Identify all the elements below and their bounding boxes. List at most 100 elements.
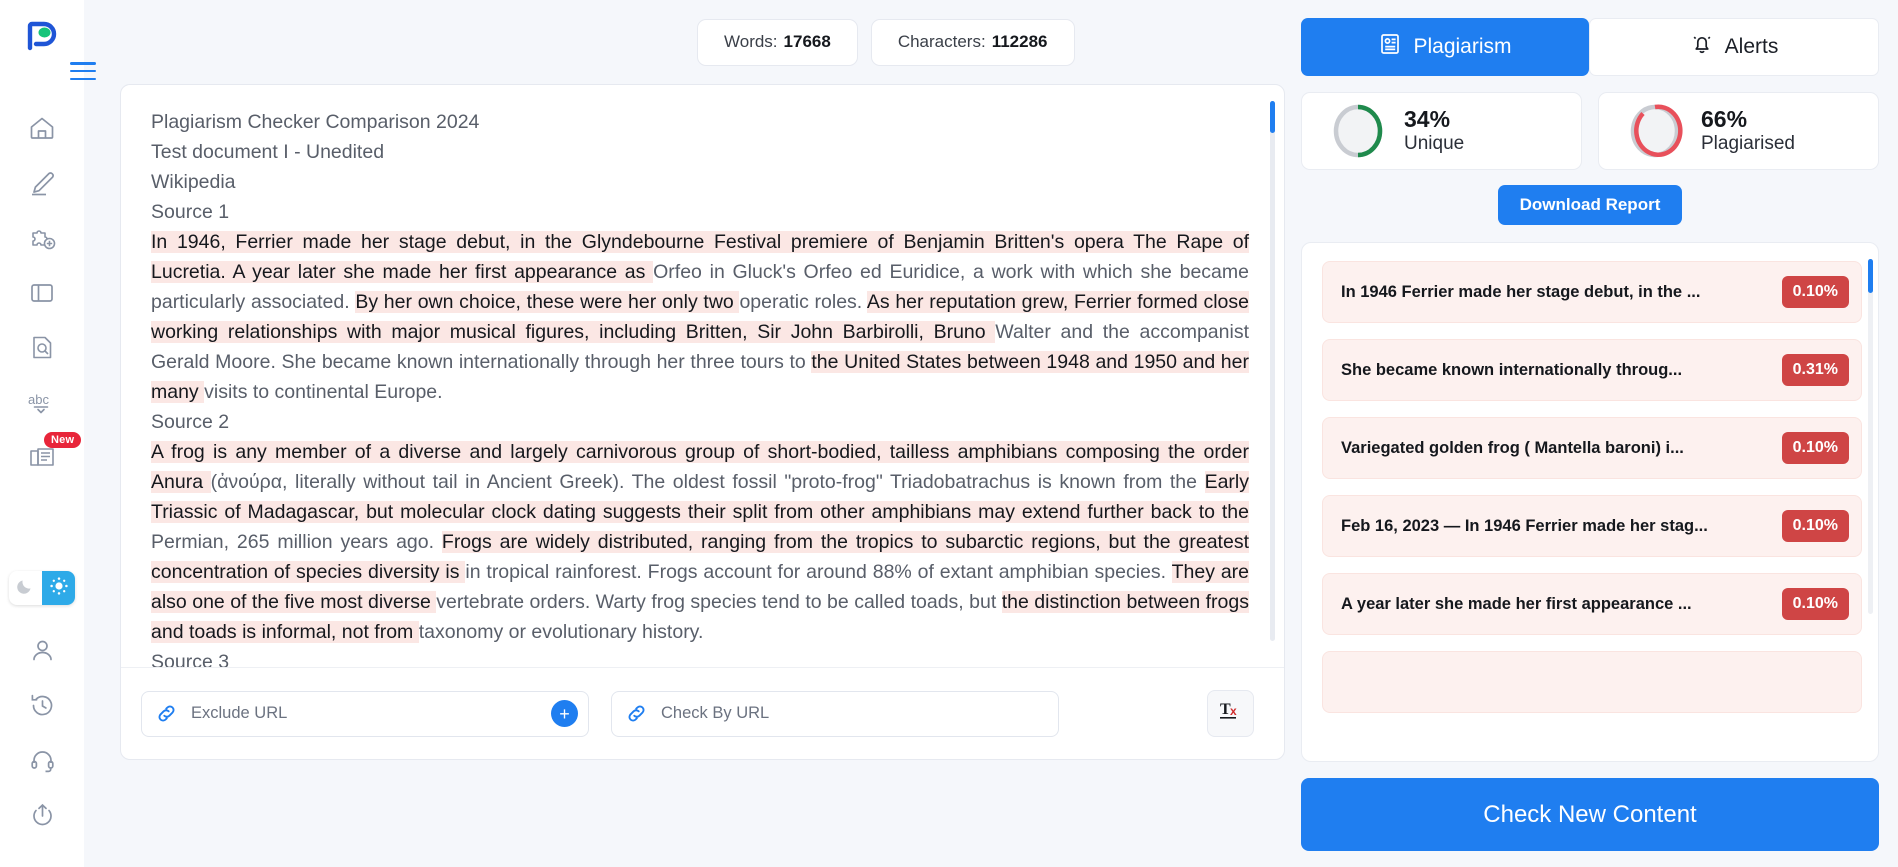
pencil-icon (28, 169, 56, 197)
moon-icon (16, 576, 35, 600)
check-by-url-field[interactable] (611, 690, 1059, 737)
document-line: Test document I - Unedited (151, 141, 385, 163)
editor-scrollbar-thumb[interactable] (1270, 101, 1275, 133)
sidebar-item-upload[interactable] (0, 788, 84, 843)
document-line: Source 2 (151, 411, 230, 433)
results-scrollbar[interactable] (1868, 259, 1873, 614)
sidebar-toggle-button[interactable] (70, 62, 96, 80)
tab-plagiarism[interactable]: Plagiarism (1301, 18, 1589, 76)
result-percentage-badge: 0.10% (1781, 276, 1849, 308)
new-badge: New (44, 432, 82, 449)
link-icon (156, 703, 177, 724)
result-percentage-badge: 0.10% (1781, 510, 1849, 542)
svg-text:x: x (1230, 704, 1237, 718)
unique-span: operatic roles. (739, 291, 867, 313)
result-item[interactable]: She became known internationally throug.… (1322, 339, 1862, 401)
word-count-box: Words: 17668 (697, 18, 858, 66)
theme-dark-option[interactable] (9, 571, 42, 605)
clear-formatting-button[interactable]: T x (1207, 690, 1254, 737)
add-exclude-url-button[interactable]: + (551, 700, 578, 727)
result-title: Variegated golden frog ( Mantella baroni… (1341, 438, 1684, 457)
results-scrollbar-thumb[interactable] (1868, 259, 1873, 293)
result-item[interactable]: In 1946 Ferrier made her stage debut, in… (1322, 261, 1862, 323)
sidebar-item-home[interactable] (0, 100, 84, 155)
check-new-content-button[interactable]: Check New Content (1301, 778, 1879, 851)
article-stack-icon (28, 445, 56, 471)
unique-span: in tropical rainforest. Frogs account fo… (465, 561, 1172, 583)
exclude-url-field[interactable]: + (141, 690, 589, 737)
tab-alerts-label: Alerts (1724, 35, 1779, 58)
document-line: Plagiarism Checker Comparison 2024 (151, 111, 480, 133)
plagiarised-span: with major musical figures, including Br… (347, 321, 996, 343)
upload-icon (29, 802, 56, 829)
result-title: In 1946 Ferrier made her stage debut, in… (1341, 282, 1701, 301)
document-line: Wikipedia (151, 171, 236, 193)
unique-score-text: 34% Unique (1404, 105, 1464, 155)
result-item[interactable]: A year later she made her first appearan… (1322, 573, 1862, 635)
download-report-button[interactable]: Download Report (1497, 185, 1683, 225)
sidebar-item-panel[interactable] (0, 265, 84, 320)
unique-span: (ἀνούρα, literally without tail in Ancie… (210, 471, 1205, 493)
result-item[interactable] (1322, 651, 1862, 713)
svg-text:abc: abc (28, 392, 49, 407)
editor-body[interactable]: Plagiarism Checker Comparison 2024 Test d… (121, 85, 1284, 667)
headset-icon (29, 747, 56, 774)
unique-score-card: 34% Unique (1301, 92, 1582, 170)
prepostseo-logo[interactable] (22, 16, 62, 56)
sidebar-item-paraphrase[interactable] (0, 155, 84, 210)
character-count-box: Characters: 112286 (870, 18, 1075, 66)
unique-span: taxonomy or evolutionary history. (418, 621, 704, 643)
theme-light-option[interactable] (42, 571, 75, 605)
document-paragraph-1: In 1946, Ferrier made her stage debut, i… (151, 227, 1249, 407)
editor-card: Plagiarism Checker Comparison 2024 Test d… (120, 84, 1285, 760)
character-count-value: 112286 (991, 32, 1048, 51)
abc-check-icon: abc (27, 390, 57, 416)
tab-alerts[interactable]: Alerts (1589, 18, 1879, 76)
home-icon (28, 114, 56, 142)
exclude-url-input[interactable] (191, 704, 551, 723)
sidebar-item-support[interactable] (0, 733, 84, 788)
sidebar-item-plugin[interactable] (0, 210, 84, 265)
result-item[interactable]: Variegated golden frog ( Mantella baroni… (1322, 417, 1862, 479)
result-percentage-badge: 0.31% (1781, 354, 1849, 386)
check-by-url-input[interactable] (661, 704, 1048, 723)
plagiarised-score-card: 66% Plagiarised (1598, 92, 1879, 170)
sidebar-item-image-search[interactable] (0, 320, 84, 375)
counters-row: Words: 17668 Characters: 112286 (102, 0, 1289, 84)
results-panel: Plagiarism Alerts 34% Unique 66% Plagiar… (1289, 0, 1898, 867)
document-text[interactable]: Plagiarism Checker Comparison 2024 Test d… (151, 107, 1250, 667)
result-title: A year later she made her first appearan… (1341, 594, 1692, 613)
main-area: Words: 17668 Characters: 112286 Plagiari… (84, 0, 1898, 867)
unique-span: vertebrate orders. Warty frog species te… (436, 591, 1002, 613)
results-list: In 1946 Ferrier made her stage debut, in… (1322, 261, 1862, 713)
unique-span: Permian, 265 million years ago. (151, 531, 442, 553)
sidebar-bottom-nav (0, 623, 84, 843)
sidebar-item-history[interactable] (0, 678, 84, 733)
theme-toggle[interactable] (9, 571, 75, 605)
tab-plagiarism-label: Plagiarism (1413, 35, 1512, 58)
word-count-label: Words: (724, 32, 778, 51)
sidebar-nav: abc New (0, 100, 84, 485)
editor-column: Words: 17668 Characters: 112286 Plagiari… (84, 0, 1289, 867)
download-report-wrap: Download Report (1301, 185, 1879, 225)
document-paragraph-2: A frog is any member of a diverse and la… (151, 437, 1250, 647)
unique-ring (1330, 103, 1386, 159)
sidebar-item-account[interactable] (0, 623, 84, 678)
result-item[interactable]: Feb 16, 2023 — In 1946 Ferrier made her … (1322, 495, 1862, 557)
word-count-value: 17668 (783, 32, 831, 51)
unique-percentage: 34% (1404, 105, 1451, 132)
bell-icon (1690, 32, 1714, 62)
score-gauges: 34% Unique 66% Plagiarised (1301, 92, 1879, 170)
plagiarism-icon (1378, 32, 1402, 62)
panel-icon (29, 280, 55, 306)
plagiarised-caption: Plagiarised (1701, 132, 1795, 154)
user-icon (29, 637, 56, 664)
panel-tabs: Plagiarism Alerts (1301, 18, 1879, 76)
sidebar-item-grammar[interactable]: abc (0, 375, 84, 430)
editor-scrollbar[interactable] (1270, 101, 1275, 641)
document-line: Source 3 (151, 651, 230, 667)
link-icon (626, 703, 647, 724)
results-card: In 1946 Ferrier made her stage debut, in… (1301, 242, 1879, 762)
sidebar-item-articles[interactable]: New (0, 430, 84, 485)
image-search-icon (29, 334, 56, 361)
